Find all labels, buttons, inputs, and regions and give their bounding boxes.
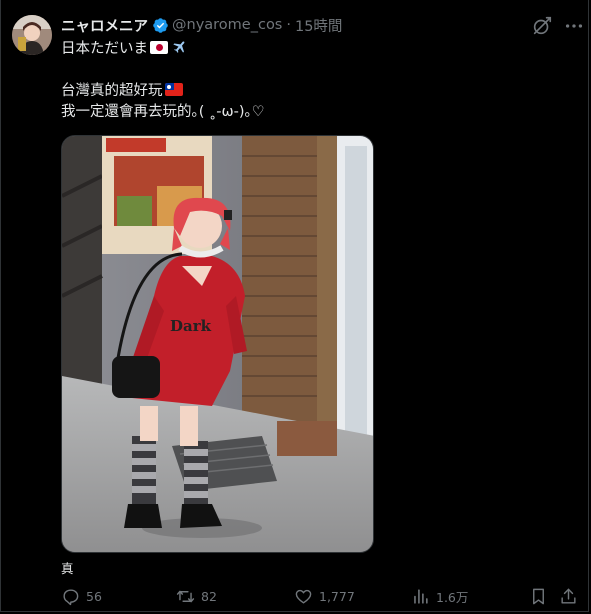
tweet-card[interactable]: ニャロメニア @nyarome_cos · 15時間 日本ただいま 台灣真的超好… — [0, 0, 589, 612]
grok-icon[interactable] — [531, 15, 553, 37]
like-count: 1,777 — [319, 588, 355, 604]
flag-taiwan-icon — [164, 83, 183, 96]
repost-icon — [176, 590, 195, 602]
repost-count: 82 — [201, 588, 217, 604]
author-name[interactable]: ニャロメニア — [61, 15, 148, 36]
like-icon — [295, 589, 312, 604]
svg-text:Dark: Dark — [170, 317, 212, 335]
reply-button[interactable]: 56 — [61, 585, 102, 607]
share-icon — [561, 588, 576, 604]
tweet-text-line1: 日本ただいま — [61, 41, 148, 57]
bookmark-button[interactable] — [529, 585, 554, 607]
tweet-text-line3: 我一定還會再去玩的｡( ˳-ω-)｡♡ — [61, 104, 265, 120]
verified-badge-icon — [153, 17, 168, 33]
bookmark-icon — [533, 588, 544, 604]
like-button[interactable]: 1,777 — [294, 585, 355, 607]
flag-japan-icon — [150, 41, 168, 54]
tweet-photo[interactable]: Dark — [61, 135, 374, 553]
reply-count: 56 — [86, 588, 102, 604]
view-count: 1.6万 — [436, 589, 469, 605]
reply-icon — [63, 588, 79, 605]
photo-caption: 真 — [61, 561, 74, 576]
share-button[interactable] — [559, 585, 584, 607]
separator-dot: · — [286, 17, 291, 33]
airplane-icon — [173, 41, 185, 53]
avatar[interactable] — [12, 15, 52, 55]
tweet-text-line2: 台灣真的超好玩 — [61, 83, 163, 99]
more-icon[interactable] — [563, 15, 585, 37]
timestamp[interactable]: 15時間 — [295, 15, 342, 36]
repost-button[interactable]: 82 — [176, 585, 217, 607]
views-icon — [414, 588, 428, 604]
views-button[interactable]: 1.6万 — [411, 585, 468, 607]
author-handle[interactable]: @nyarome_cos — [172, 17, 282, 33]
